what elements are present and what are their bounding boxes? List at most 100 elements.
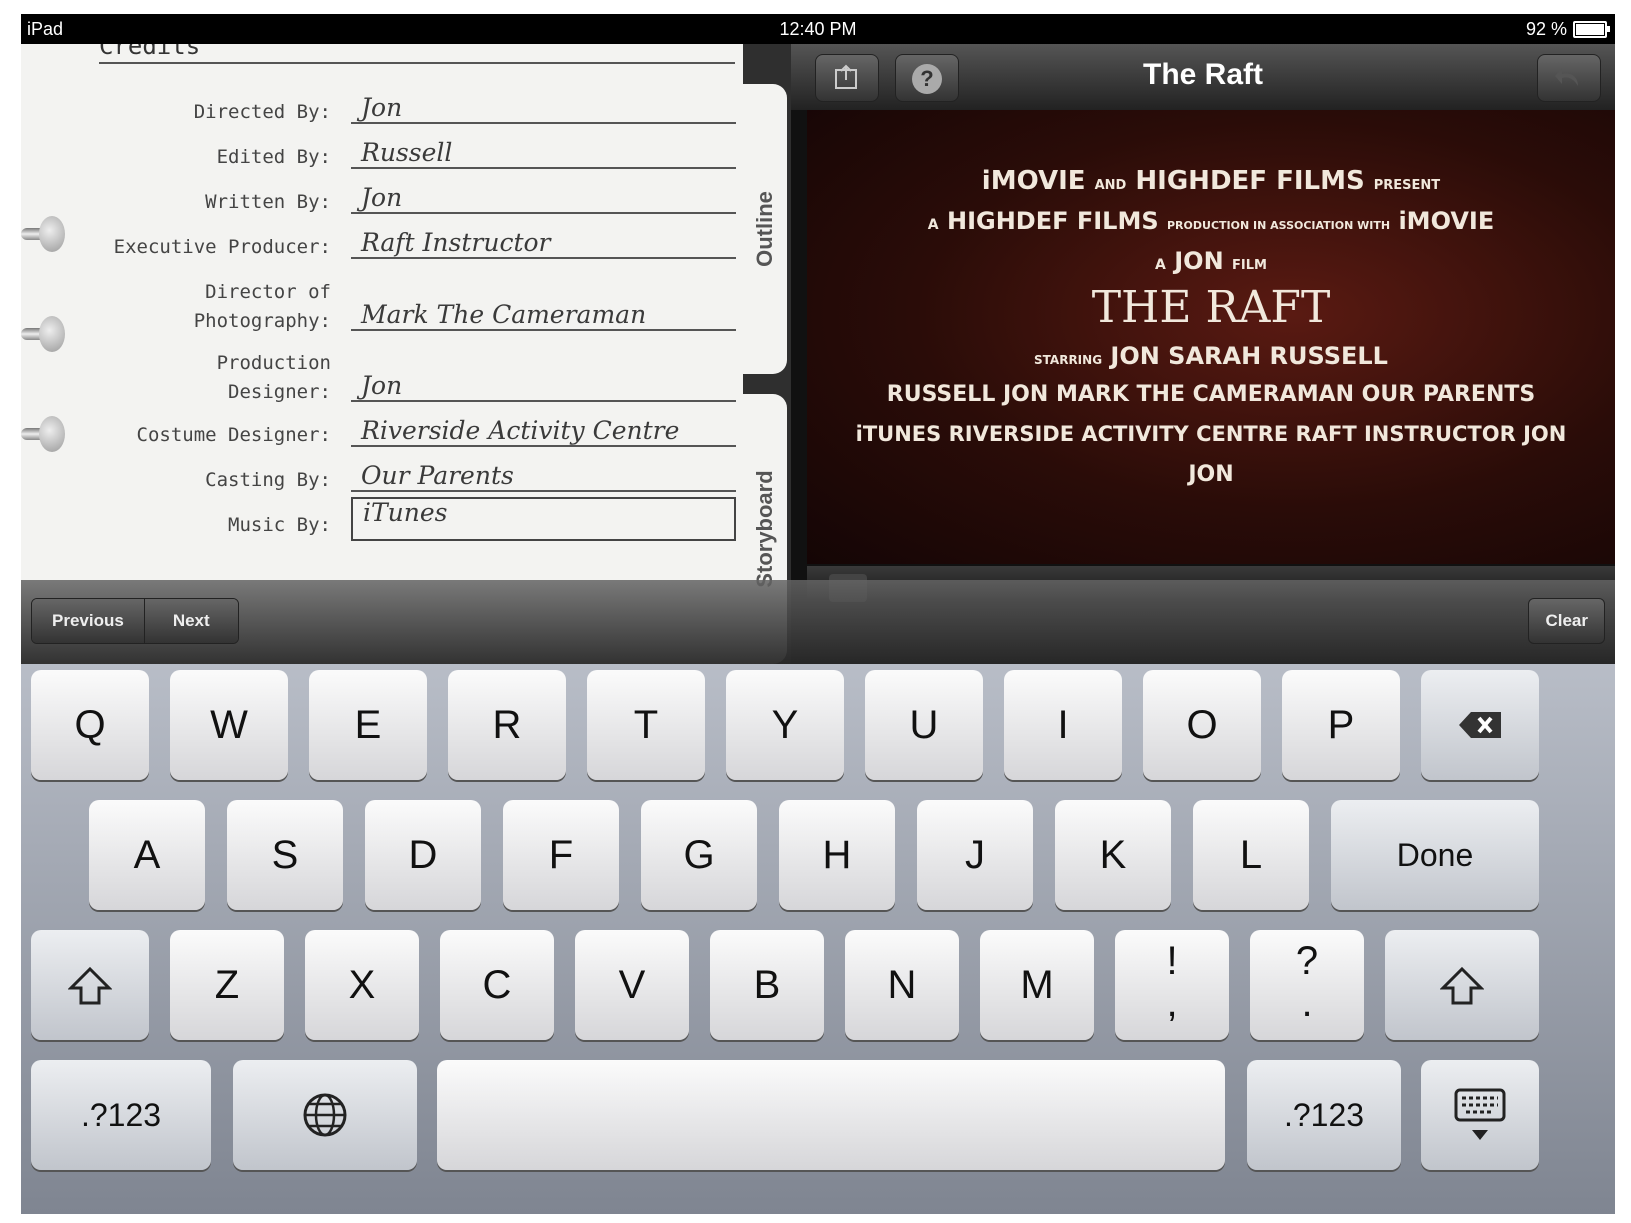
backspace-icon xyxy=(1459,712,1501,738)
tab-outline-label: Outline xyxy=(752,191,777,267)
production-designer-field[interactable]: Jon xyxy=(351,372,736,402)
casting-by-field[interactable]: Our Parents xyxy=(351,462,736,492)
key-k[interactable]: K xyxy=(1055,800,1171,910)
battery-icon xyxy=(1573,21,1610,38)
music-by-field[interactable]: iTunes xyxy=(351,497,736,541)
key-l[interactable]: L xyxy=(1193,800,1309,910)
key-question-period[interactable]: ? . xyxy=(1250,930,1364,1040)
credits-heading: Credits xyxy=(99,44,201,60)
costume-designer-field[interactable]: Riverside Activity Centre xyxy=(351,417,736,447)
key-period-label: . xyxy=(1301,981,1313,1025)
credits-notebook: Credits Directed By: Jon Edited By: Russ… xyxy=(21,44,781,664)
costume-designer-label: Costume Designer: xyxy=(136,424,331,446)
key-comma-label: , xyxy=(1166,981,1178,1025)
executive-producer-label: Executive Producer: xyxy=(113,236,331,258)
key-z[interactable]: Z xyxy=(170,930,284,1040)
key-o[interactable]: O xyxy=(1143,670,1261,780)
written-by-field[interactable]: Jon xyxy=(351,184,736,214)
globe-key[interactable] xyxy=(233,1060,417,1170)
key-i[interactable]: I xyxy=(1004,670,1122,780)
key-question-label: ? xyxy=(1295,939,1319,983)
onscreen-keyboard: Q W E R T Y U I O P A S D F G H J K L Do… xyxy=(21,664,1615,1214)
battery-percent: 92 % xyxy=(1525,19,1567,39)
numbers-key-left[interactable]: .?123 xyxy=(31,1060,211,1170)
key-w[interactable]: W xyxy=(170,670,288,780)
written-by-label: Written By: xyxy=(205,191,331,213)
numbers-key-right[interactable]: .?123 xyxy=(1247,1060,1401,1170)
binder-ring-icon xyxy=(21,312,67,356)
backspace-key[interactable] xyxy=(1421,670,1539,780)
clock: 12:40 PM xyxy=(779,19,857,39)
credit-line: A JON FILM xyxy=(1155,247,1267,275)
label-line: Designer: xyxy=(228,381,331,403)
key-c[interactable]: C xyxy=(440,930,554,1040)
label-line: Photography: xyxy=(193,310,331,332)
shift-icon xyxy=(67,966,113,1005)
edited-by-field[interactable]: Russell xyxy=(351,139,736,169)
trailer-preview-panel: ? The Raft iMOVIE AND HIGHDEF FILMS PRES… xyxy=(791,44,1615,664)
key-q[interactable]: Q xyxy=(31,670,149,780)
credit-block-line: JON xyxy=(1188,462,1234,487)
movie-title-text: THE RAFT xyxy=(1091,282,1331,333)
key-g[interactable]: G xyxy=(641,800,757,910)
edited-by-label: Edited By: xyxy=(216,146,331,168)
clear-button[interactable]: Clear xyxy=(1528,598,1605,644)
casting-by-label: Casting By: xyxy=(205,469,331,491)
key-e[interactable]: E xyxy=(309,670,427,780)
globe-icon xyxy=(303,1093,347,1137)
key-exclamation-label: ! xyxy=(1166,939,1178,983)
executive-producer-field[interactable]: Raft Instructor xyxy=(351,229,736,259)
keyboard-accessory-bar: Previous Next Clear xyxy=(21,580,1615,664)
key-d[interactable]: D xyxy=(365,800,481,910)
notebook-tabs: Outline Storyboard xyxy=(743,44,791,664)
key-s[interactable]: S xyxy=(227,800,343,910)
project-title: The Raft xyxy=(1143,58,1263,91)
key-a[interactable]: A xyxy=(89,800,205,910)
key-b[interactable]: B xyxy=(710,930,824,1040)
director-of-photography-field[interactable]: Mark The Cameraman xyxy=(351,301,736,331)
tab-outline[interactable]: Outline xyxy=(743,84,787,374)
directed-by-field[interactable]: Jon xyxy=(351,94,736,124)
hide-keyboard-key[interactable] xyxy=(1421,1060,1539,1170)
key-y[interactable]: Y xyxy=(726,670,844,780)
key-m[interactable]: M xyxy=(980,930,1094,1040)
battery-status: 92 % xyxy=(1525,19,1610,40)
music-by-label: Music By: xyxy=(228,514,331,536)
undo-button[interactable] xyxy=(1537,54,1601,102)
undo-icon xyxy=(1555,67,1578,86)
shift-key-right[interactable] xyxy=(1385,930,1539,1040)
key-u[interactable]: U xyxy=(865,670,983,780)
shift-key-left[interactable] xyxy=(31,930,149,1040)
key-j[interactable]: J xyxy=(917,800,1033,910)
key-n[interactable]: N xyxy=(845,930,959,1040)
key-exclamation-comma[interactable]: ! , xyxy=(1115,930,1229,1040)
starring-line: STARRING JON SARAH RUSSELL xyxy=(1034,342,1388,370)
preview-toolbar: ? The Raft xyxy=(791,44,1615,110)
trailer-credits-frame[interactable]: iMOVIE AND HIGHDEF FILMS PRESENT A HIGHD… xyxy=(807,110,1615,564)
ipad-screen: iPad 12:40 PM 92 % Credits Directed By: … xyxy=(21,14,1615,1214)
key-r[interactable]: R xyxy=(448,670,566,780)
binder-ring-icon xyxy=(21,412,67,456)
key-p[interactable]: P xyxy=(1282,670,1400,780)
credit-line: iMOVIE AND HIGHDEF FILMS PRESENT xyxy=(981,166,1441,196)
binder-ring-icon xyxy=(21,212,67,256)
key-f[interactable]: F xyxy=(503,800,619,910)
directed-by-label: Directed By: xyxy=(193,101,331,123)
credit-line: A HIGHDEF FILMS PRODUCTION IN ASSOCIATIO… xyxy=(927,207,1495,235)
prev-next-segment: Previous Next xyxy=(31,598,239,644)
done-key[interactable]: Done xyxy=(1331,800,1539,910)
tab-storyboard-label: Storyboard xyxy=(752,470,777,588)
hide-keyboard-icon xyxy=(1454,1088,1506,1140)
key-h[interactable]: H xyxy=(779,800,895,910)
previous-button[interactable]: Previous xyxy=(32,599,145,643)
credit-block-line: iTUNES RIVERSIDE ACTIVITY CENTRE RAFT IN… xyxy=(855,422,1567,446)
heading-rule xyxy=(99,62,735,64)
shift-icon xyxy=(1439,966,1485,1005)
director-of-photography-label: Director of Photography: xyxy=(194,278,331,336)
key-x[interactable]: X xyxy=(305,930,419,1040)
next-button[interactable]: Next xyxy=(144,599,238,643)
space-bar[interactable] xyxy=(437,1060,1225,1170)
key-t[interactable]: T xyxy=(587,670,705,780)
key-v[interactable]: V xyxy=(575,930,689,1040)
status-bar: iPad 12:40 PM 92 % xyxy=(21,14,1615,44)
